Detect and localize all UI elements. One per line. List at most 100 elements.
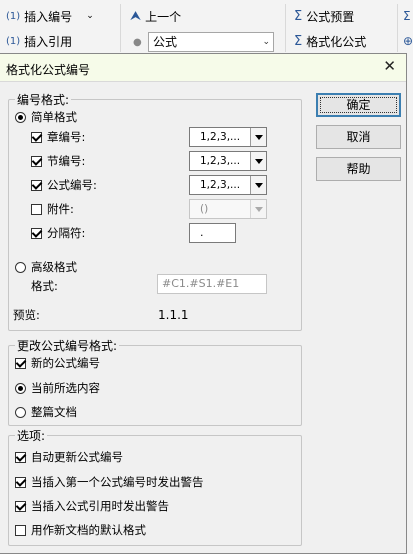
number-format-legend: 编号格式: bbox=[17, 93, 70, 107]
equation-number-select[interactable]: 1,2,3,... bbox=[189, 175, 267, 195]
warn-first-number-checkbox[interactable]: 当插入第一个公式编号时发出警告 bbox=[15, 474, 204, 490]
warn-first-number-label: 当插入第一个公式编号时发出警告 bbox=[31, 475, 204, 489]
current-selection-label: 当前所选内容 bbox=[31, 381, 100, 395]
preview-value-row: 1.1.1 bbox=[158, 307, 189, 323]
default-format-checkbox[interactable]: 用作新文档的默认格式 bbox=[15, 522, 146, 538]
advanced-format-radio[interactable]: 高级格式 bbox=[15, 259, 77, 275]
checkbox-indicator[interactable] bbox=[31, 131, 42, 143]
sigma-icon: Σ bbox=[294, 33, 303, 49]
dropdown-arrow-icon[interactable] bbox=[250, 176, 266, 194]
separator-value: . bbox=[200, 226, 204, 239]
chapter-number-select[interactable]: 1,2,3,... bbox=[189, 127, 267, 147]
document-background bbox=[407, 53, 413, 554]
whole-document-radio[interactable]: 整篇文档 bbox=[15, 404, 77, 420]
change-format-legend: 更改公式编号格式: bbox=[17, 339, 118, 353]
dialog-titlebar: 格式化公式编号 ✕ bbox=[0, 54, 406, 82]
section-number-select[interactable]: 1,2,3,... bbox=[189, 151, 267, 171]
chevron-down-icon: ⌄ bbox=[262, 37, 270, 47]
chapter-number-value: 1,2,3,... bbox=[200, 131, 241, 143]
sigma-icon: Σ bbox=[294, 8, 303, 24]
bullet-icon: ● bbox=[133, 36, 142, 48]
checkbox-indicator[interactable] bbox=[15, 357, 26, 369]
radio-indicator[interactable] bbox=[15, 111, 26, 123]
insert-reference-icon: (1) bbox=[6, 35, 21, 47]
chevron-down-icon[interactable]: ⌄ bbox=[86, 11, 94, 21]
warn-reference-label: 当插入公式引用时发出警告 bbox=[31, 499, 169, 513]
dropdown-arrow-icon[interactable] bbox=[250, 128, 266, 146]
ok-button[interactable]: 确定 bbox=[316, 93, 401, 117]
format-equation-button[interactable]: Σ 格式化公式 bbox=[294, 31, 366, 51]
checkbox-indicator[interactable] bbox=[31, 203, 42, 215]
auto-update-label: 自动更新公式编号 bbox=[31, 450, 123, 464]
dialog-title: 格式化公式编号 bbox=[6, 63, 91, 77]
radio-indicator[interactable] bbox=[15, 406, 26, 418]
insert-reference-button[interactable]: (1) 插入引用 bbox=[6, 31, 72, 51]
whole-document-label: 整篇文档 bbox=[31, 405, 77, 419]
section-number-checkbox[interactable]: 节编号: bbox=[31, 153, 85, 169]
arrow-up-icon: ⮝ bbox=[130, 8, 142, 24]
separator-input[interactable]: . bbox=[189, 223, 236, 243]
default-format-label: 用作新文档的默认格式 bbox=[31, 523, 146, 537]
checkbox-indicator[interactable] bbox=[31, 227, 42, 239]
new-numbers-label: 新的公式编号 bbox=[31, 356, 100, 370]
dropdown-arrow-icon[interactable] bbox=[250, 152, 266, 170]
auto-update-checkbox[interactable]: 自动更新公式编号 bbox=[15, 449, 123, 465]
preview-row: 预览: bbox=[13, 307, 40, 323]
appendix-checkbox[interactable]: 附件: bbox=[31, 201, 74, 217]
equation-number-label: 公式编号: bbox=[47, 178, 97, 192]
dropdown-arrow-icon bbox=[250, 200, 266, 218]
warn-reference-checkbox[interactable]: 当插入公式引用时发出警告 bbox=[15, 498, 169, 514]
checkbox-indicator[interactable] bbox=[15, 500, 26, 512]
appendix-select: () bbox=[189, 199, 267, 219]
insert-number-icon: (1) bbox=[6, 10, 21, 22]
format-label-row: 格式: bbox=[31, 278, 58, 294]
radio-indicator[interactable] bbox=[15, 382, 26, 394]
section-number-label: 节编号: bbox=[47, 154, 86, 168]
insert-reference-label: 插入引用 bbox=[24, 34, 73, 49]
equation-number-checkbox[interactable]: 公式编号: bbox=[31, 177, 97, 193]
ribbon-divider bbox=[397, 4, 398, 52]
appendix-label: 附件: bbox=[47, 202, 74, 216]
equation-combo[interactable]: 公式 ⌄ bbox=[148, 32, 274, 52]
radio-indicator[interactable] bbox=[15, 261, 26, 273]
checkbox-indicator[interactable] bbox=[15, 451, 26, 463]
close-icon[interactable]: ✕ bbox=[383, 57, 396, 75]
appendix-value: () bbox=[200, 203, 209, 215]
checkbox-indicator[interactable] bbox=[31, 179, 42, 191]
checkbox-indicator[interactable] bbox=[15, 476, 26, 488]
cancel-button[interactable]: 取消 bbox=[316, 125, 401, 149]
simple-format-label: 简单格式 bbox=[31, 110, 77, 124]
sigma-icon[interactable]: Σ bbox=[403, 6, 411, 26]
format-label: 格式: bbox=[31, 279, 58, 293]
equation-number-value: 1,2,3,... bbox=[200, 179, 241, 191]
advanced-format-value: #C1.#S1.#E1 bbox=[162, 277, 240, 290]
chapter-number-label: 章编号: bbox=[47, 130, 86, 144]
globe-icon[interactable]: ⊕ bbox=[403, 31, 413, 51]
insert-number-button[interactable]: (1) 插入编号 ⌄ bbox=[6, 6, 94, 26]
format-equation-label: 格式化公式 bbox=[306, 34, 367, 49]
insert-number-label: 插入编号 bbox=[24, 9, 73, 24]
ribbon-divider bbox=[120, 4, 121, 52]
checkbox-indicator[interactable] bbox=[31, 155, 42, 167]
help-button[interactable]: 帮助 bbox=[316, 157, 401, 181]
preview-label: 预览: bbox=[13, 308, 40, 322]
preview-value: 1.1.1 bbox=[158, 308, 189, 322]
separator-label: 分隔符: bbox=[47, 226, 86, 240]
ribbon-divider bbox=[285, 4, 286, 52]
simple-format-radio[interactable]: 简单格式 bbox=[15, 109, 77, 125]
equation-preset-label: 公式预置 bbox=[306, 9, 355, 24]
options-legend: 选项: bbox=[17, 429, 46, 443]
previous-label: 上一个 bbox=[145, 9, 182, 24]
equation-preset-button[interactable]: Σ 公式预置 bbox=[294, 6, 354, 26]
advanced-format-input: #C1.#S1.#E1 bbox=[157, 274, 267, 294]
current-selection-radio[interactable]: 当前所选内容 bbox=[15, 380, 100, 396]
advanced-format-label: 高级格式 bbox=[31, 260, 77, 274]
checkbox-indicator[interactable] bbox=[15, 524, 26, 536]
chapter-number-checkbox[interactable]: 章编号: bbox=[31, 129, 85, 145]
ribbon-toolbar: (1) 插入编号 ⌄ (1) 插入引用 ⮝ 上一个 ● 公式 ⌄ Σ 公式预置 … bbox=[0, 0, 413, 56]
separator-checkbox[interactable]: 分隔符: bbox=[31, 225, 85, 241]
section-number-value: 1,2,3,... bbox=[200, 155, 241, 167]
previous-button[interactable]: ⮝ 上一个 bbox=[130, 6, 181, 26]
new-numbers-checkbox[interactable]: 新的公式编号 bbox=[15, 355, 100, 371]
equation-combo-value: 公式 bbox=[153, 35, 178, 49]
